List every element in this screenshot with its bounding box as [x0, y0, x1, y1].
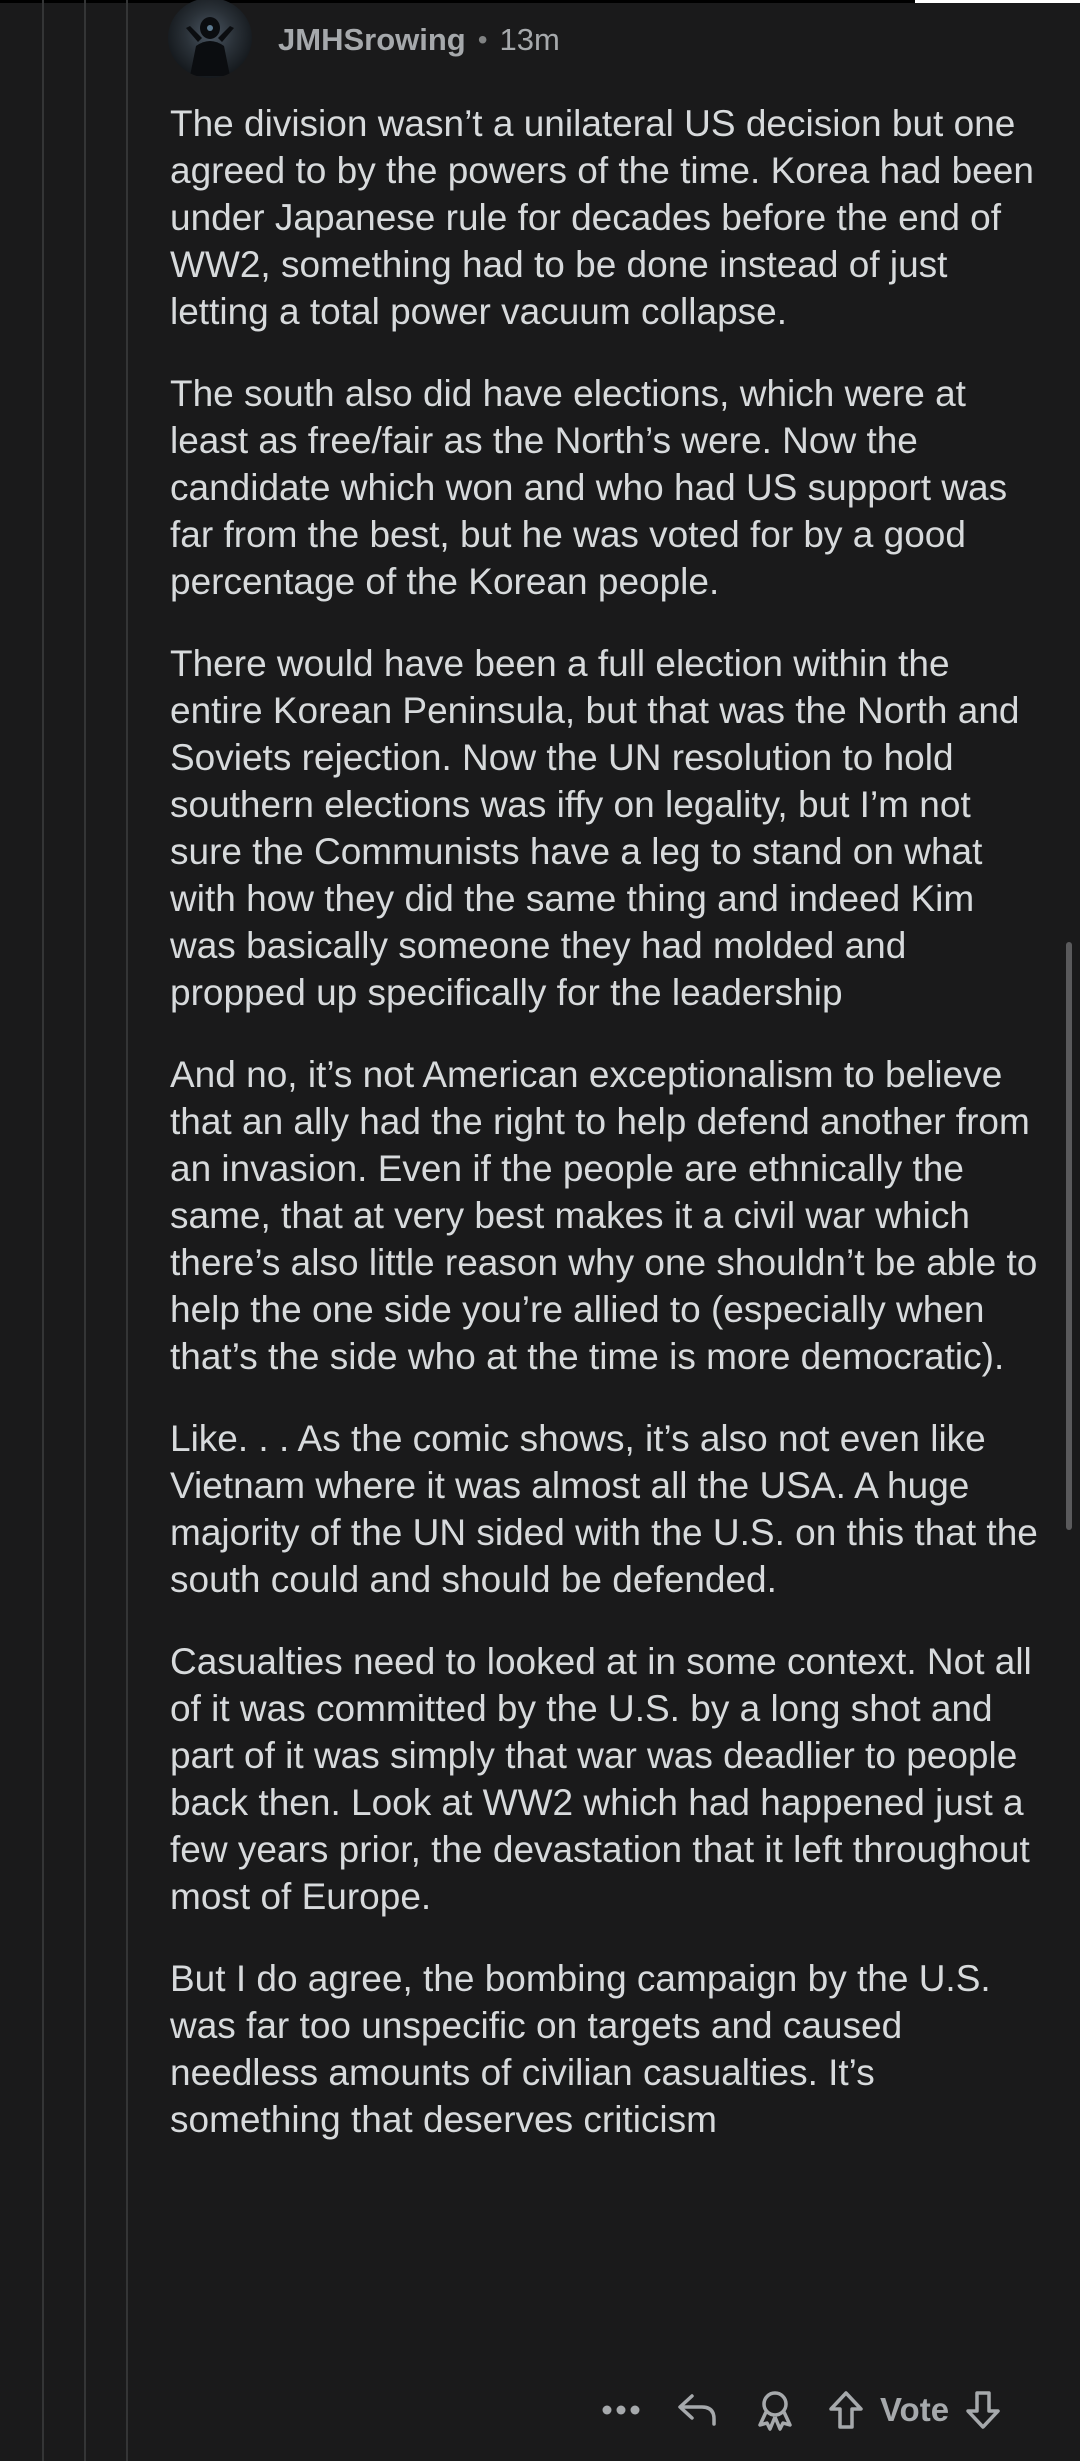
scrollbar[interactable] — [1066, 942, 1072, 1530]
reply-icon — [678, 2394, 716, 2426]
comment-header: JMHSrowing • 13m — [168, 0, 560, 80]
more-horizontal-icon — [602, 2405, 640, 2415]
timestamp: 13m — [499, 22, 560, 57]
comment-paragraph: Casualties need to looked at in some con… — [170, 1641, 1032, 1917]
thread-line-2[interactable] — [84, 0, 86, 2461]
downvote-arrow-icon — [966, 2391, 1000, 2429]
thread-line-1[interactable] — [42, 0, 44, 2461]
comment-paragraph: And no, it’s not American exceptionalism… — [170, 1054, 1038, 1377]
comment-paragraph: But I do agree, the bombing campaign by … — [170, 1958, 991, 2140]
comment-actions: Vote — [596, 2380, 1005, 2440]
upvote-arrow-icon — [829, 2391, 863, 2429]
avatar[interactable] — [168, 0, 252, 78]
downvote-button[interactable] — [961, 2385, 1005, 2435]
vote-count: Vote — [880, 2391, 950, 2428]
meta-separator: • — [477, 24, 488, 55]
comment-paragraph: The division wasn’t a unilateral US deci… — [170, 103, 1034, 332]
award-button[interactable] — [750, 2385, 800, 2435]
reply-button[interactable] — [672, 2385, 722, 2435]
comment-paragraph: The south also did have elections, which… — [170, 373, 1008, 602]
more-options-button[interactable] — [596, 2385, 646, 2435]
username[interactable]: JMHSrowing — [278, 22, 466, 58]
comment-body: The division wasn’t a unilateral US deci… — [170, 100, 1050, 2178]
award-icon — [758, 2391, 792, 2431]
thread-line-3[interactable] — [126, 0, 128, 2461]
upvote-button[interactable] — [824, 2385, 868, 2435]
comment-paragraph: Like. . . As the comic shows, it’s also … — [170, 1418, 1038, 1600]
comment-paragraph: There would have been a full election wi… — [170, 643, 1020, 1013]
